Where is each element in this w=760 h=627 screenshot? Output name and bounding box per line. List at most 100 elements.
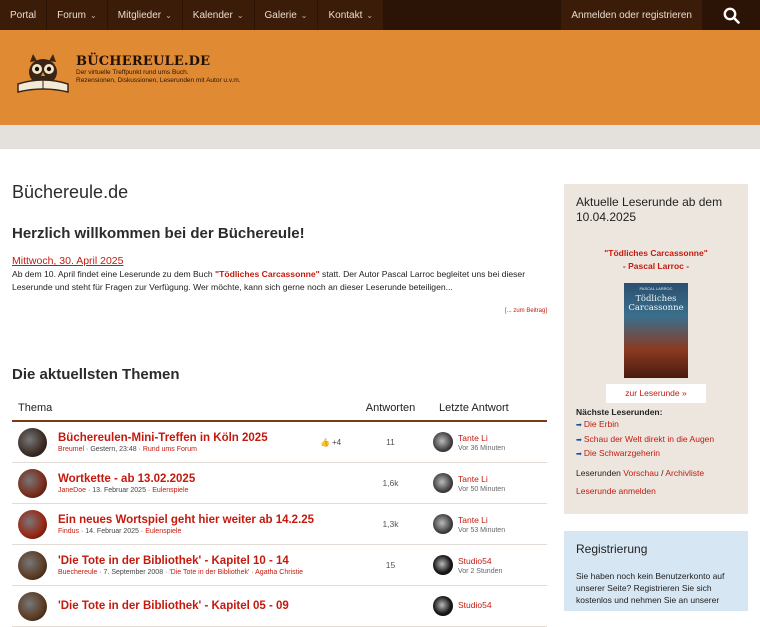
nav-kontakt-label: Kontakt — [328, 9, 363, 21]
last-reply-user[interactable]: Tante Li — [458, 474, 505, 484]
book-cover[interactable]: PASCAL LARROC Tödliches Carcassonne — [624, 283, 688, 378]
last-reply-user[interactable]: Tante Li — [458, 515, 505, 525]
last-reply-user[interactable]: Tante Li — [458, 433, 505, 443]
chevron-down-icon: ⌄ — [90, 10, 97, 20]
welcome-heading: Herzlich willkommen bei der Büchereule! — [12, 225, 305, 242]
author-avatar[interactable] — [18, 468, 47, 498]
last-reply-avatar[interactable] — [433, 514, 453, 534]
topic-forum[interactable]: Eulenspiele — [145, 528, 181, 535]
last-reply-user[interactable]: Studio54 — [458, 600, 492, 610]
last-reply-avatar[interactable] — [433, 473, 453, 493]
search-icon — [723, 7, 740, 24]
col-topic: Thema — [18, 401, 53, 414]
topic-info: Ein neues Wortspiel geht hier weiter ab … — [58, 513, 320, 535]
last-reply-avatar[interactable] — [433, 596, 453, 616]
topic-forum[interactable]: Eulenspiele — [152, 487, 188, 494]
logo-subtitle-1: Der virtuelle Treffpunkt rund ums Buch. — [76, 69, 189, 76]
last-reply-time: Vor 53 Minuten — [458, 526, 506, 534]
topic-row: Ein neues Wortspiel geht hier weiter ab … — [12, 504, 547, 545]
last-reply-text: Studio54 Vor 2 Stunden — [458, 556, 502, 575]
col-last: Letzte Antwort — [439, 401, 509, 414]
last-reply-time: Vor 36 Minuten — [458, 444, 506, 452]
post-text-1: Ab dem 10. April findet eine Leserunde z… — [12, 269, 216, 279]
post-body: Ab dem 10. April findet eine Leserunde z… — [12, 268, 547, 294]
nav-kontakt[interactable]: Kontakt ⌄ — [318, 0, 385, 30]
topic-forum[interactable]: Rund ums Forum — [143, 446, 197, 453]
last-reply-avatar[interactable] — [433, 555, 453, 575]
nav-forum[interactable]: Forum ⌄ — [47, 0, 108, 30]
answer-count: 15 — [385, 560, 396, 570]
nav-mitglieder[interactable]: Mitglieder ⌄ — [107, 0, 183, 30]
preview-link[interactable]: Vorschau — [623, 468, 658, 478]
chevron-down-icon: ⌄ — [165, 10, 172, 20]
more-link[interactable]: [... zum Beitrag] — [505, 308, 547, 314]
next-round-item[interactable]: ➡ Die Schwarzgeherin — [576, 447, 736, 462]
nav-mitglieder-label: Mitglieder — [117, 9, 162, 21]
next-round-item[interactable]: ➡ Schau der Welt direkt in die Augen — [576, 433, 736, 448]
next-rounds-title: Nächste Leserunden: — [576, 407, 663, 417]
nav-forum-label: Forum — [57, 9, 87, 21]
nav-portal[interactable]: Portal — [0, 0, 48, 30]
logo-text: BÜCHEREULE.DE Der virtuelle Treffpunkt r… — [76, 54, 241, 85]
topic-author[interactable]: Buechereule — [58, 569, 97, 576]
nav-galerie[interactable]: Galerie ⌄ — [254, 0, 319, 30]
topic-row: Büchereulen-Mini-Treffen in Köln 2025 Bre… — [12, 422, 547, 463]
answer-count: 11 — [386, 437, 395, 447]
last-reply-time: Vor 50 Minuten — [458, 485, 506, 493]
topic-date: 13. Februar 2025 — [92, 487, 146, 494]
topic-info: 'Die Tote in der Bibliothek' - Kapitel 1… — [58, 554, 320, 576]
sidebar-book-author[interactable]: - Pascal Larroc - — [564, 260, 748, 273]
topic-meta: JaneDoe · 13. Februar 2025 · Eulenspiele — [58, 487, 189, 494]
archive-link[interactable]: Archivliste — [665, 468, 704, 478]
page-title: Büchereule.de — [12, 182, 129, 202]
book-title-block: "Tödliches Carcassonne" - Pascal Larroc … — [564, 247, 748, 273]
cover-author: PASCAL LARROC — [639, 286, 673, 291]
leserunde-title: Aktuelle Leserunde ab dem 10.04.2025 — [576, 195, 723, 224]
topics-table: Thema Antworten Letzte Antwort Büchereul… — [12, 395, 547, 627]
chevron-down-icon: ⌄ — [300, 10, 308, 20]
topic-title-link[interactable]: Büchereulen-Mini-Treffen in Köln 2025 — [58, 431, 320, 445]
topic-info: Wortkette - ab 13.02.2025 JaneDoe · 13. F… — [58, 472, 320, 494]
topic-author[interactable]: Findus — [58, 528, 79, 535]
topic-title-link[interactable]: Wortkette - ab 13.02.2025 — [58, 472, 320, 486]
nav-kalender[interactable]: Kalender ⌄ — [182, 0, 255, 30]
login-register-link[interactable]: Anmelden oder registrieren — [561, 0, 702, 30]
leserunden-prefix: Leserunden — [576, 467, 624, 478]
topic-title-link[interactable]: 'Die Tote in der Bibliothek' - Kapitel 0… — [58, 599, 320, 613]
search-button[interactable] — [702, 0, 760, 30]
next-round-label: Die Schwarzgeherin — [583, 448, 660, 458]
topic-author[interactable]: Breumel — [58, 446, 84, 453]
last-reply-text: Tante Li Vor 53 Minuten — [458, 515, 505, 534]
author-avatar[interactable] — [18, 427, 47, 457]
arrow-right-icon: ➡ — [576, 451, 582, 458]
registration-title: Registrierung — [576, 542, 648, 556]
topic-forum[interactable]: 'Die Tote in der Bibliothek' · Agatha Ch… — [169, 569, 303, 576]
site-header: BÜCHEREULE.DE Der virtuelle Treffpunkt r… — [0, 30, 760, 125]
topic-row: 'Die Tote in der Bibliothek' - Kapitel 1… — [12, 545, 547, 586]
chevron-down-icon: ⌄ — [366, 10, 374, 20]
topic-title-link[interactable]: 'Die Tote in der Bibliothek' - Kapitel 1… — [58, 554, 320, 568]
topic-row: 'Die Tote in der Bibliothek' - Kapitel 0… — [12, 586, 547, 627]
last-reply-user[interactable]: Studio54 — [458, 556, 502, 566]
topics-heading: Die aktuellsten Themen — [12, 366, 180, 383]
top-navigation: Portal Forum ⌄ Mitglieder ⌄ Kalender ⌄ Gale… — [0, 0, 760, 30]
author-avatar[interactable] — [18, 509, 47, 539]
topic-author[interactable]: JaneDoe — [58, 487, 86, 494]
registration-panel: Registrierung Sie haben noch kein Benutz… — [564, 531, 748, 611]
author-avatar[interactable] — [18, 550, 47, 580]
logo-subtitle-2: Rezensionen, Diskussionen, Leserunden mi… — [76, 77, 241, 84]
site-logo[interactable]: BÜCHEREULE.DE Der virtuelle Treffpunkt r… — [14, 54, 241, 98]
next-round-item[interactable]: ➡ Die Erbin — [576, 418, 736, 433]
topics-header: Thema Antworten Letzte Antwort — [12, 395, 547, 422]
leserunde-signup-link[interactable]: Leserunde anmelden — [576, 486, 736, 496]
post-date-link[interactable]: Mittwoch, 30. April 2025 — [12, 255, 123, 267]
next-round-label: Schau der Welt direkt in die Augen — [583, 433, 715, 444]
last-reply: Tante Li Vor 50 Minuten — [433, 473, 547, 493]
topic-title-link[interactable]: Ein neues Wortspiel geht hier weiter ab … — [58, 513, 320, 527]
author-avatar[interactable] — [18, 591, 47, 621]
to-leserunde-button[interactable]: zur Leserunde » — [606, 384, 706, 403]
sidebar-book-title[interactable]: "Tödliches Carcassonne" — [564, 247, 748, 260]
nav-galerie-label: Galerie — [264, 9, 297, 21]
last-reply-avatar[interactable] — [433, 432, 453, 452]
registration-text: Sie haben noch kein Benutzerkonto auf un… — [576, 571, 725, 605]
